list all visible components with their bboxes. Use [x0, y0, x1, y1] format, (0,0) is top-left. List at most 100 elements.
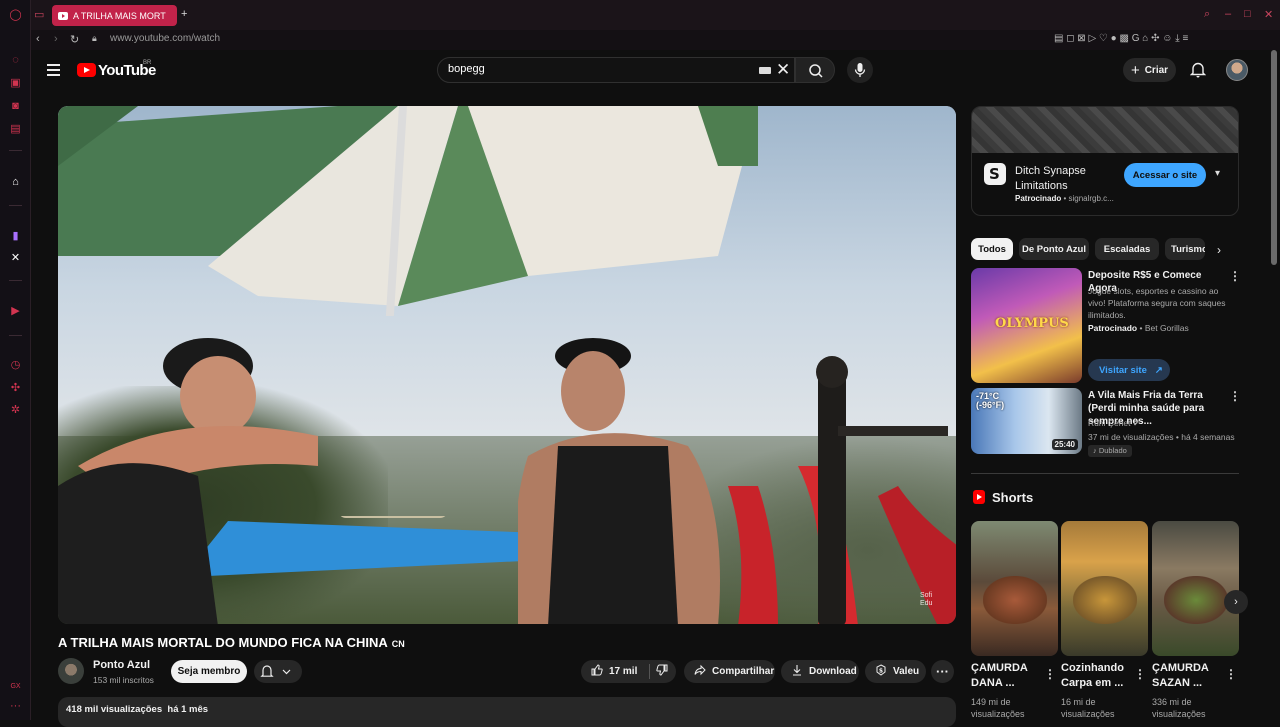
food-image: [983, 576, 1047, 624]
menu-icon[interactable]: [47, 64, 60, 76]
mail-icon[interactable]: ▤: [9, 123, 22, 136]
player-icon[interactable]: ▶: [9, 305, 22, 318]
shorts-heading: Shorts: [992, 490, 1034, 505]
keyboard-icon[interactable]: [759, 67, 771, 74]
ad-visit-site-button[interactable]: Acessar o site: [1124, 163, 1206, 187]
opera-logo-icon[interactable]: ◯: [9, 9, 22, 22]
thanks-button[interactable]: $ Valeu: [865, 660, 926, 683]
forward-icon[interactable]: ›: [54, 33, 58, 45]
extensions-icon[interactable]: ✣: [9, 382, 22, 395]
youtube-logo-icon[interactable]: [77, 63, 96, 77]
thumbs-up-icon[interactable]: [591, 664, 603, 679]
section-divider: [971, 473, 1239, 474]
rec-menu-icon[interactable]: ⋮: [1229, 389, 1241, 403]
short-thumbnail[interactable]: [1152, 521, 1239, 656]
short-title[interactable]: Cozinhando Carpa em ...: [1061, 661, 1131, 691]
food-image: [1073, 576, 1137, 624]
visit-site-button[interactable]: Visitar site ↗: [1088, 359, 1170, 381]
bell-dropdown-icon: [260, 665, 291, 677]
chip-channel[interactable]: De Ponto Azul: [1019, 238, 1089, 260]
divider: [649, 664, 651, 679]
download-button[interactable]: Download: [781, 660, 859, 683]
video-watermark: Sofi Edu: [920, 592, 933, 607]
pinboard-icon[interactable]: ⌂: [9, 176, 22, 189]
sponsored-ad-card[interactable]: Ditch Synapse Limitations Patrocinado • …: [971, 106, 1239, 216]
views-and-date: 418 mil visualizações há 1 mês: [66, 704, 209, 715]
country-code: BR: [143, 60, 152, 66]
rec-thumbnail[interactable]: -71°C (-96°F) 25:40: [971, 388, 1082, 454]
reload-icon[interactable]: ↻: [70, 33, 79, 46]
rec-menu-icon[interactable]: ⋮: [1229, 269, 1241, 283]
maximize-icon[interactable]: □: [1244, 8, 1251, 20]
audio-icon: ♪: [1093, 446, 1097, 455]
subscription-bell-button[interactable]: [254, 660, 302, 683]
short-thumbnail[interactable]: [971, 521, 1058, 656]
channel-name[interactable]: Ponto Azul: [93, 659, 150, 671]
clear-search-icon[interactable]: ✕: [776, 60, 790, 80]
tab-search-icon[interactable]: ⌕: [1204, 8, 1210, 21]
search-button[interactable]: [795, 57, 835, 83]
ad-title: Ditch Synapse Limitations: [1015, 165, 1086, 192]
chevron-down-icon[interactable]: ▾: [1215, 168, 1220, 179]
twitch-icon[interactable]: ▮: [9, 230, 22, 243]
short-menu-icon[interactable]: ⋮: [1134, 667, 1146, 681]
more-icon[interactable]: ···: [9, 700, 22, 713]
share-button[interactable]: Compartilhar: [684, 660, 775, 683]
history-icon[interactable]: ◷: [9, 359, 22, 372]
workspace-icon[interactable]: ▣: [9, 77, 22, 90]
chip-all[interactable]: Todos: [971, 238, 1013, 260]
x-twitter-icon[interactable]: ✕: [9, 252, 22, 265]
chip-climbing[interactable]: Escaladas: [1095, 238, 1159, 260]
channel-avatar[interactable]: [58, 658, 84, 684]
tab-youtube[interactable]: A TRILHA MAIS MORT: [52, 5, 177, 26]
search-input[interactable]: [448, 63, 748, 75]
search-icon: [809, 64, 823, 78]
short-title[interactable]: ÇAMURDA SAZAN ...: [1152, 661, 1222, 691]
plus-icon: +: [1130, 61, 1140, 79]
back-icon[interactable]: ‹: [36, 33, 40, 45]
short-menu-icon[interactable]: ⋮: [1225, 667, 1237, 681]
video-title: A TRILHA MAIS MORTAL DO MUNDO FICA NA CH…: [58, 635, 405, 650]
tab-title: A TRILHA MAIS MORT: [73, 10, 166, 21]
url-field[interactable]: www.youtube.com/watch: [110, 33, 220, 44]
short-menu-icon[interactable]: ⋮: [1044, 667, 1056, 681]
ad-meta: Patrocinado • signalrgb.c...: [1015, 194, 1114, 203]
video-frame-person-left: [58, 338, 318, 624]
chip-tourism[interactable]: Turismo: [1165, 238, 1205, 260]
extension-icons[interactable]: ▤ ◻ ⊠ ▷ ♡ ● ▩ G ⌂ ✣ ☺ ⤓ ≡: [1054, 33, 1188, 44]
sidebar-divider: [9, 150, 22, 151]
rec-thumbnail[interactable]: OLYMPUS: [971, 268, 1082, 383]
short-title[interactable]: ÇAMURDA DANA ...: [971, 661, 1041, 691]
messenger-icon[interactable]: ◙: [9, 100, 22, 113]
minimize-icon[interactable]: –: [1225, 8, 1231, 20]
chevron-right-icon[interactable]: ›: [1217, 243, 1221, 257]
page-scrollbar[interactable]: [1271, 50, 1277, 265]
notifications-bell-icon[interactable]: [1189, 61, 1207, 78]
user-avatar[interactable]: [1226, 59, 1248, 81]
tab-overview-icon[interactable]: ▭: [34, 8, 44, 21]
food-image: [1164, 576, 1228, 624]
short-views: 16 mi de visualizações: [1061, 697, 1115, 719]
rec-channel[interactable]: Ruhi Çenet ✔: [1088, 417, 1140, 429]
short-thumbnail[interactable]: [1061, 521, 1148, 656]
like-dislike-group: 17 mil: [581, 660, 676, 683]
voice-search-button[interactable]: [847, 57, 873, 83]
svg-text:$: $: [879, 668, 883, 675]
lock-icon[interactable]: 🔒︎: [92, 33, 97, 44]
new-tab-icon[interactable]: +: [181, 8, 187, 20]
aria-icon[interactable]: ◌: [9, 54, 22, 67]
share-icon: [694, 664, 706, 679]
settings-gear-icon[interactable]: ✲: [9, 404, 22, 417]
mic-icon: [854, 63, 866, 77]
thumbs-down-icon[interactable]: [656, 664, 668, 679]
gx-icon[interactable]: GX: [9, 680, 22, 693]
create-button[interactable]: + Criar: [1123, 58, 1176, 82]
join-member-button[interactable]: Seja membro: [171, 660, 247, 683]
more-actions-button[interactable]: ···: [931, 660, 954, 683]
country-flag: CN: [391, 639, 405, 649]
video-duration: 25:40: [1051, 439, 1078, 450]
video-player[interactable]: Sofi Edu: [58, 106, 956, 624]
like-count[interactable]: 17 mil: [609, 666, 637, 677]
shorts-next-icon[interactable]: ›: [1224, 590, 1248, 614]
close-window-icon[interactable]: ✕: [1264, 8, 1273, 21]
